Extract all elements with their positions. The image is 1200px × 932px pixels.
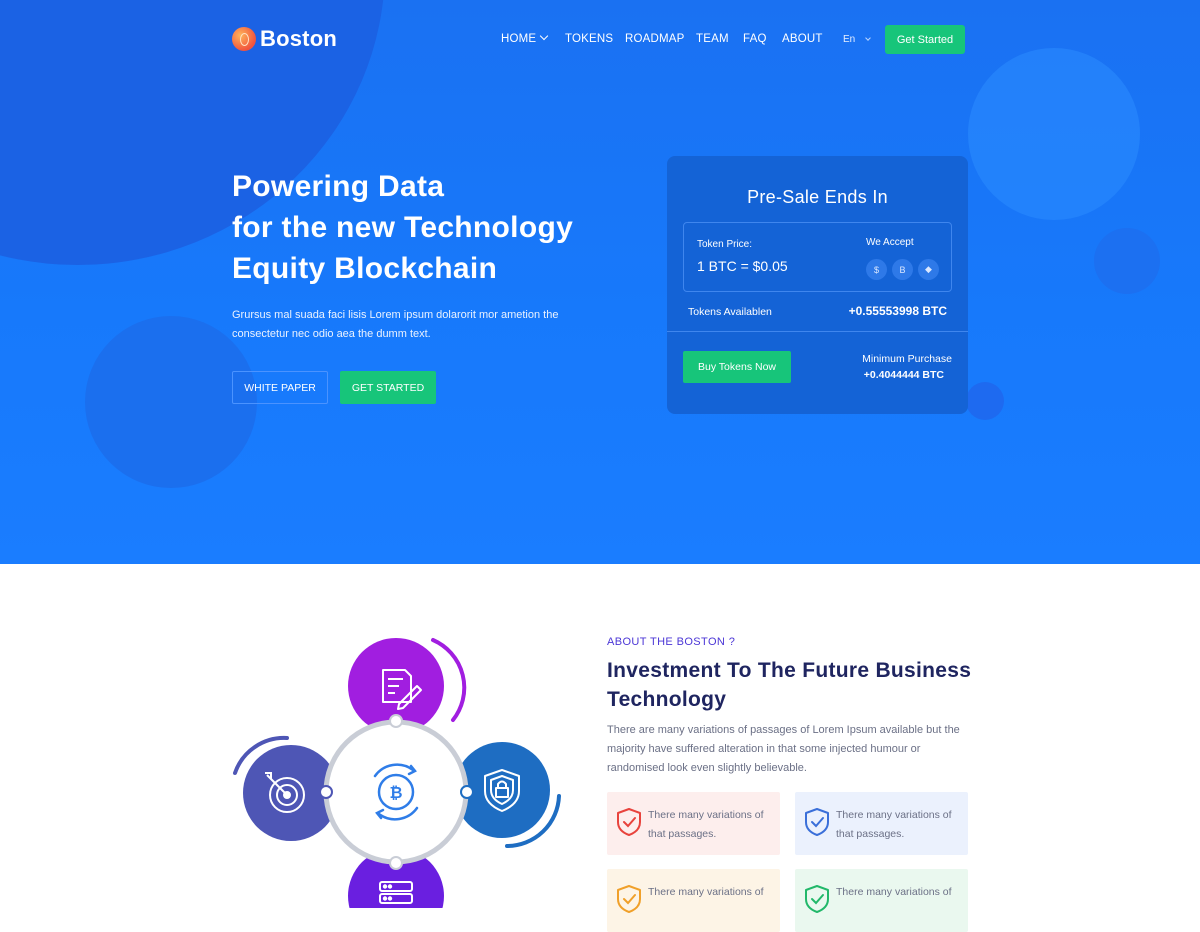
nav-home-label: HOME <box>501 33 537 45</box>
decorative-circle <box>1094 228 1160 294</box>
hero-title-line: for the new Technology <box>232 211 574 244</box>
nav-item-home[interactable]: HOME <box>501 31 549 45</box>
presale-card: Pre-Sale Ends In Token Price: 1 BTC = $0… <box>667 156 968 414</box>
ethereum-coin-icon: ◆ <box>918 259 939 280</box>
tokens-available-label: Tokens Availablen <box>688 306 772 318</box>
card-divider <box>667 331 968 332</box>
about-eyebrow: ABOUT THE BOSTON ? <box>607 636 736 648</box>
feature-card: There many variations of that passages. <box>607 792 780 855</box>
feature-text: There many variations of <box>648 886 764 898</box>
shield-check-icon <box>617 885 641 913</box>
minimum-purchase-value: +0.4044444 BTC <box>863 369 944 381</box>
feature-card: There many variations of <box>795 869 968 932</box>
we-accept-label: We Accept <box>866 237 914 248</box>
feature-text: There many variations of that passages. <box>836 809 952 840</box>
hero-description: Grursus mal suada faci lisis Lorem ipsum… <box>232 309 559 340</box>
accepted-coins: $ B ◆ <box>866 259 939 280</box>
ring-node <box>460 785 474 799</box>
token-price-label: Token Price: <box>697 239 753 250</box>
hero-section: Boston HOME TOKENS ROADMAP TEAM FAQ ABOU… <box>0 0 1200 564</box>
main-nav: HOME TOKENS ROADMAP TEAM FAQ ABOUT <box>0 31 1200 47</box>
get-started-button[interactable]: GET STARTED <box>340 371 436 404</box>
hero-title-line: Equity Blockchain <box>232 252 498 285</box>
get-started-nav-button[interactable]: Get Started <box>885 25 965 54</box>
decorative-circle <box>968 48 1140 220</box>
about-title: Investment To The Future Business Techno… <box>607 659 972 711</box>
feature-card: There many variations of <box>607 869 780 932</box>
chevron-down-icon <box>540 31 549 41</box>
nav-item-roadmap[interactable]: ROADMAP <box>625 33 685 45</box>
nav-item-about[interactable]: ABOUT <box>782 33 823 45</box>
nav-item-tokens[interactable]: TOKENS <box>565 33 613 45</box>
nav-item-team[interactable]: TEAM <box>696 33 729 45</box>
about-description: There are many variations of passages of… <box>607 724 960 774</box>
chevron-down-icon <box>865 34 872 41</box>
buy-tokens-button[interactable]: Buy Tokens Now <box>683 351 791 383</box>
language-label: En <box>843 34 856 45</box>
language-selector[interactable]: En <box>843 34 872 45</box>
token-price-box: Token Price: 1 BTC = $0.05 We Accept $ B… <box>683 222 952 292</box>
about-diagram: ₿ <box>233 638 561 908</box>
shield-check-icon <box>805 808 829 836</box>
hero-title: Powering Data for the new Technology Equ… <box>232 166 573 289</box>
nav-item-faq[interactable]: FAQ <box>743 33 767 45</box>
ring-node <box>389 714 403 728</box>
presale-title: Pre-Sale Ends In <box>747 187 888 207</box>
svg-text:₿: ₿ <box>389 783 402 802</box>
token-price-value: 1 BTC = $0.05 <box>697 258 788 274</box>
ring-node <box>319 785 333 799</box>
shield-check-icon <box>617 808 641 836</box>
decorative-circle <box>966 382 1004 420</box>
dollar-coin-icon: $ <box>866 259 887 280</box>
hero-title-line: Powering Data <box>232 170 445 203</box>
bitcoin-coin-icon: B <box>892 259 913 280</box>
feature-text: There many variations of that passages. <box>648 809 764 840</box>
shield-check-icon <box>805 885 829 913</box>
feature-card: There many variations of that passages. <box>795 792 968 855</box>
white-paper-button[interactable]: WHITE PAPER <box>232 371 328 404</box>
tokens-available-value: +0.55553998 BTC <box>848 304 947 318</box>
feature-text: There many variations of <box>836 886 952 898</box>
minimum-purchase-label: Minimum Purchase <box>862 353 952 365</box>
ring-node <box>389 856 403 870</box>
